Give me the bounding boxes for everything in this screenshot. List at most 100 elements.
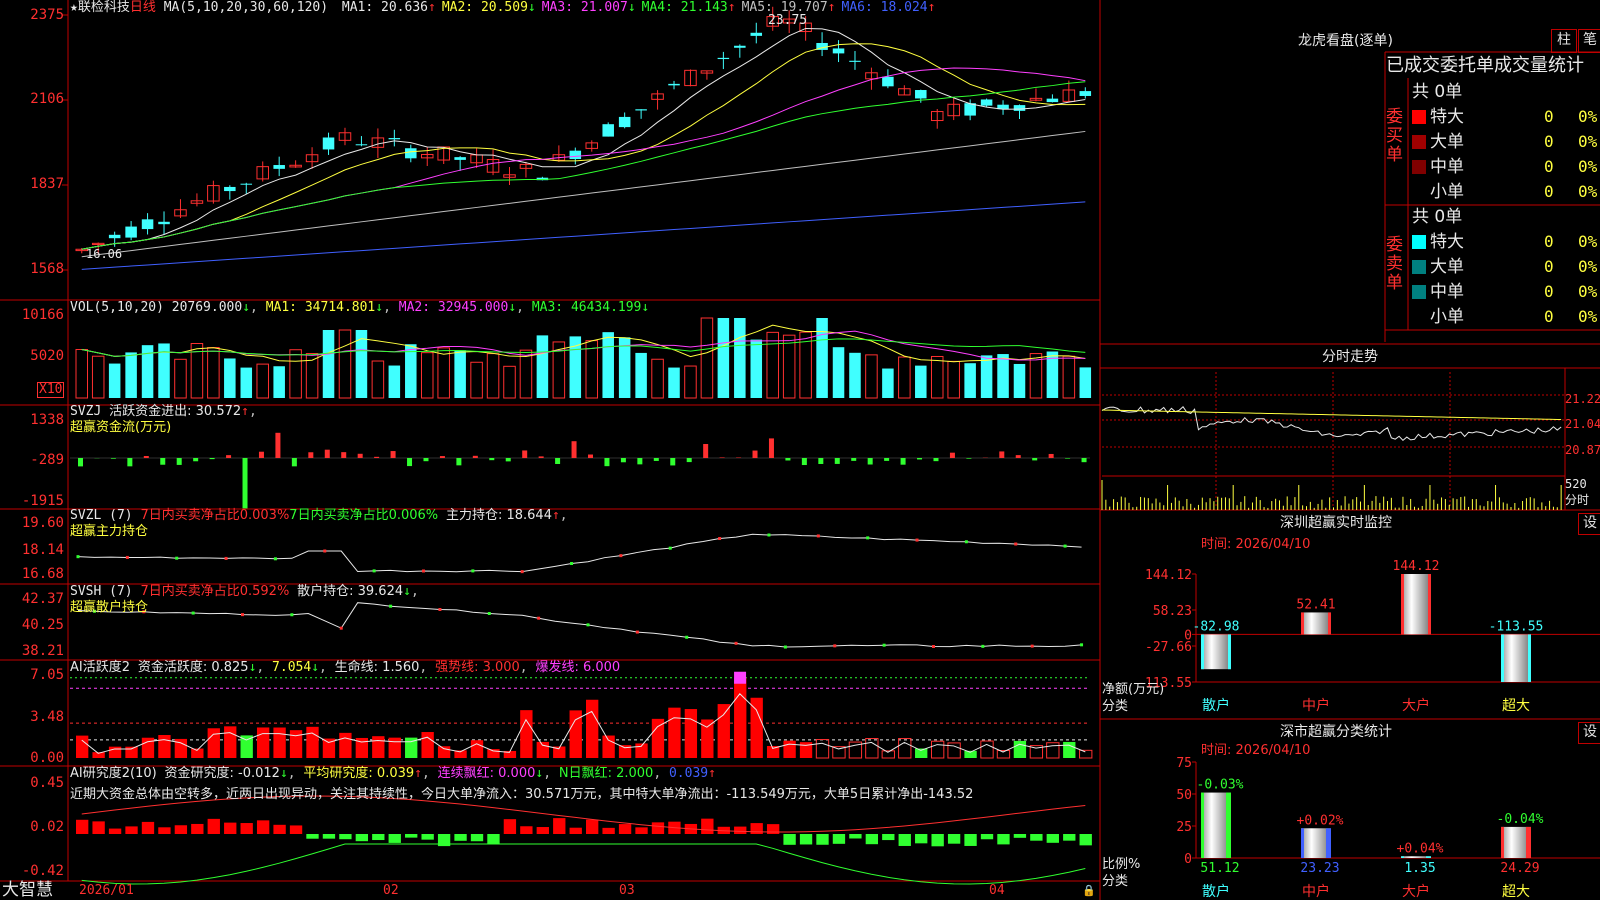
volume-bar-up	[865, 354, 878, 399]
ai1-text3: 生命线: 1.560	[334, 660, 420, 675]
favorite-star-icon[interactable]: ★	[70, 0, 78, 15]
tick-mode-button[interactable]: 笔	[1578, 29, 1600, 53]
fund-flow-bar-in	[258, 451, 264, 458]
fund-flow-bar-out	[78, 458, 83, 467]
main-holding-dot	[125, 555, 129, 559]
lock-icon[interactable]: 🔒	[1082, 883, 1096, 899]
order-row-pct: 0%	[1578, 132, 1598, 151]
volume-bar-up	[371, 360, 385, 399]
sc-stats-value-label: 1.35	[1404, 861, 1435, 876]
research-bar-neg	[355, 834, 369, 842]
main-holding-dot	[964, 540, 968, 544]
activity-bar	[388, 737, 401, 758]
price-axis-label: 2106	[30, 91, 64, 107]
price-axis-label: 2375	[30, 7, 64, 23]
vol-header: VOL(5,10,20) 20769.000↓, MA1: 34714.801↓…	[70, 300, 650, 315]
vol-unit-badge[interactable]: X10	[37, 382, 65, 398]
retail-holding-dot	[537, 616, 541, 620]
sc-stats-value-label: 51.12	[1200, 861, 1239, 876]
bar-mode-button[interactable]: 柱	[1551, 29, 1577, 53]
vol-axis-label: 5020	[30, 348, 64, 364]
activity-bar	[980, 740, 994, 759]
sc-stats-category: 散户	[1202, 883, 1230, 900]
sc-stats-settings-button[interactable]: 设	[1578, 722, 1600, 744]
activity-bar	[602, 735, 615, 758]
order-row: 特大	[1412, 107, 1464, 127]
main-holding-dot	[372, 569, 376, 573]
research-bar-pos	[158, 827, 171, 834]
research-bar-neg	[816, 834, 829, 845]
ai2-title: AI研究度2(10)	[70, 766, 157, 781]
activity-bar	[717, 704, 730, 758]
order-color-swatch	[1412, 160, 1426, 174]
research-bar-pos	[256, 820, 270, 834]
svsh-arrow: ↓	[403, 584, 411, 599]
activity-bar	[520, 710, 533, 758]
volume-bar-down	[1013, 363, 1026, 398]
volume-bar-up	[700, 317, 714, 399]
svzl-axis-label: 19.60	[21, 515, 64, 531]
order-row-count: 0	[1544, 232, 1554, 251]
main-holding-dot	[520, 570, 524, 574]
candle-down	[273, 165, 285, 169]
fund-flow-bar-in	[308, 452, 314, 458]
svsh-axis-label: 40.25	[21, 617, 64, 633]
sc-stats-bar-edge	[1426, 856, 1431, 858]
activity-bar	[158, 735, 171, 758]
ma-line-6	[81, 201, 1086, 270]
activity-bar	[372, 736, 385, 758]
brand-logo: 大智慧	[2, 880, 53, 900]
order-color-swatch	[1412, 235, 1426, 249]
sc-stats-bar-edge	[1226, 792, 1231, 858]
retail-holding-dot	[438, 608, 442, 612]
order-row-count: 0	[1544, 257, 1554, 276]
research-bar-pos	[207, 818, 220, 834]
activity-bar	[421, 732, 434, 758]
retail-holding-dot	[981, 644, 985, 648]
retail-holding-dot	[290, 613, 294, 617]
retail-holding-dot	[635, 630, 639, 634]
order-row-pct: 0%	[1578, 307, 1598, 326]
fund-flow-bar-out	[851, 458, 857, 461]
fund-flow-bar-in	[538, 456, 544, 458]
order-row-pct: 0%	[1578, 107, 1598, 126]
research-bar-pos	[701, 818, 714, 834]
ma-arrow-6: ↑	[927, 0, 936, 15]
retail-holding-dot	[685, 635, 689, 639]
fund-flow-bar-in	[571, 441, 577, 458]
ma-line-5	[81, 130, 1086, 258]
activity-bar	[668, 707, 681, 758]
fund-flow-bar-in	[324, 449, 330, 458]
research-bar-pos	[76, 819, 89, 834]
activity-bar	[108, 746, 122, 758]
research-bar-neg	[405, 834, 418, 838]
fund-flow-bar-in	[752, 450, 758, 458]
main-chart-area[interactable]: 144.12 58.23 0 -27.66 -113.55 -82.98 散户 52.41 中户…	[0, 0, 1600, 900]
ai2-header: AI研究度2(10) 资金研究度: -0.012↓, 平均研究度: 0.039↑…	[70, 766, 716, 781]
research-bar-neg	[882, 834, 895, 841]
fund-flow-bar-out	[785, 458, 791, 461]
order-row-label: 中单	[1430, 157, 1464, 177]
svzl-header: SVZL (7) 7日内买卖净占比0.003%7日内买卖净占比0.006% 主力…	[70, 508, 568, 523]
svzj-sub: 超赢资金流(万元)	[70, 420, 172, 435]
order-row-pct: 0%	[1578, 282, 1598, 301]
ma-value-2: MA2: 20.509	[441, 0, 528, 15]
volume-bar-down	[849, 352, 861, 398]
sell-total: 共 0单	[1412, 207, 1463, 227]
research-bar-pos	[586, 819, 599, 834]
research-bar-neg	[849, 834, 862, 839]
fund-flow-bar-out	[160, 458, 166, 465]
sz-monitor-settings-button[interactable]: 设	[1578, 513, 1600, 535]
period-label[interactable]: 日线	[130, 0, 156, 15]
vol-ma3: MA3: 46434.199	[531, 300, 642, 315]
candle-down	[1013, 105, 1026, 111]
candle-down	[964, 103, 976, 116]
fund-flow-bar-out	[291, 458, 297, 467]
activity-bar	[470, 740, 484, 758]
research-bar-pos	[503, 819, 517, 834]
order-row-label: 大单	[1430, 257, 1464, 277]
research-bar-pos	[224, 822, 237, 834]
main-holding-dot	[619, 554, 623, 558]
research-bar-neg	[915, 834, 928, 844]
order-row-label: 小单	[1430, 307, 1464, 327]
